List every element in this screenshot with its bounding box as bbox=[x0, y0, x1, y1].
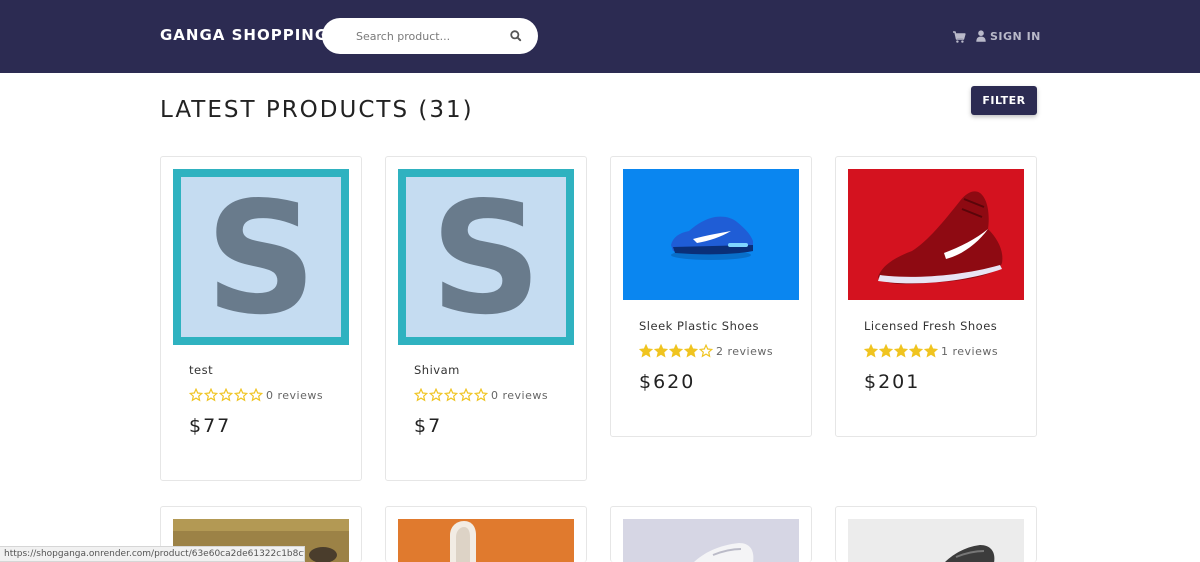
navbar: GANGA SHOPPING SIGN IN bbox=[0, 0, 1200, 73]
star-full-icon bbox=[879, 344, 893, 358]
product-rating: 0 reviews bbox=[189, 388, 323, 402]
search-input[interactable] bbox=[356, 27, 506, 45]
star-full-icon bbox=[669, 344, 683, 358]
page-title: LATEST PRODUCTS (31) bbox=[160, 97, 474, 123]
signin-label: SIGN IN bbox=[990, 29, 1041, 43]
review-count: 0 reviews bbox=[491, 388, 549, 402]
star-full-icon bbox=[639, 344, 653, 358]
product-rating: 2 reviews bbox=[639, 344, 773, 358]
search-bar bbox=[322, 18, 538, 54]
product-rating: 0 reviews bbox=[414, 388, 548, 402]
review-count: 1 reviews bbox=[941, 344, 999, 358]
star-empty-icon bbox=[429, 388, 443, 402]
search-button[interactable] bbox=[508, 28, 524, 44]
product-price: $201 bbox=[864, 371, 921, 393]
review-count: 0 reviews bbox=[266, 388, 324, 402]
search-icon bbox=[510, 30, 522, 42]
product-card[interactable] bbox=[610, 506, 812, 562]
star-full-icon bbox=[864, 344, 878, 358]
star-empty-icon bbox=[414, 388, 428, 402]
cart-link[interactable] bbox=[952, 29, 966, 43]
product-image[interactable]: S bbox=[398, 169, 574, 345]
star-full-icon bbox=[909, 344, 923, 358]
star-empty-icon bbox=[459, 388, 473, 402]
brand-logo[interactable]: GANGA SHOPPING bbox=[160, 26, 328, 44]
svg-text:S: S bbox=[430, 169, 542, 345]
product-image[interactable]: S bbox=[173, 169, 349, 345]
signin-link[interactable]: SIGN IN bbox=[976, 29, 1041, 43]
product-card[interactable]: S Shivam 0 reviews $7 bbox=[385, 156, 587, 481]
star-full-icon bbox=[654, 344, 668, 358]
product-name[interactable]: Shivam bbox=[414, 363, 460, 377]
product-image[interactable] bbox=[398, 519, 574, 562]
product-name[interactable]: test bbox=[189, 363, 213, 377]
product-name[interactable]: Licensed Fresh Shoes bbox=[864, 319, 997, 333]
product-price: $77 bbox=[189, 415, 232, 437]
product-image[interactable] bbox=[848, 169, 1024, 300]
product-card[interactable] bbox=[385, 506, 587, 562]
star-empty-icon bbox=[444, 388, 458, 402]
star-empty-icon bbox=[189, 388, 203, 402]
cart-icon bbox=[953, 31, 966, 43]
product-name[interactable]: Sleek Plastic Shoes bbox=[639, 319, 759, 333]
product-card[interactable]: Sleek Plastic Shoes 2 reviews $620 bbox=[610, 156, 812, 437]
product-price: $7 bbox=[414, 415, 443, 437]
product-image[interactable] bbox=[623, 519, 799, 562]
status-bar-url: https://shopganga.onrender.com/product/6… bbox=[0, 546, 305, 562]
product-rating: 1 reviews bbox=[864, 344, 998, 358]
star-empty-icon bbox=[204, 388, 218, 402]
star-full-icon bbox=[894, 344, 908, 358]
star-rating bbox=[864, 344, 938, 358]
star-empty-icon bbox=[219, 388, 233, 402]
review-count: 2 reviews bbox=[716, 344, 774, 358]
product-price: $620 bbox=[639, 371, 696, 393]
star-empty-icon bbox=[474, 388, 488, 402]
star-rating bbox=[639, 344, 713, 358]
svg-text:S: S bbox=[205, 169, 317, 345]
product-image[interactable] bbox=[848, 519, 1024, 562]
filter-button[interactable]: FILTER bbox=[971, 86, 1037, 115]
user-icon bbox=[976, 30, 986, 42]
star-empty-icon bbox=[234, 388, 248, 402]
star-rating bbox=[189, 388, 263, 402]
product-card[interactable]: S test 0 reviews $77 bbox=[160, 156, 362, 481]
star-empty-icon bbox=[249, 388, 263, 402]
star-rating bbox=[414, 388, 488, 402]
star-full-icon bbox=[684, 344, 698, 358]
star-empty-icon bbox=[699, 344, 713, 358]
product-card[interactable]: Licensed Fresh Shoes 1 reviews $201 bbox=[835, 156, 1037, 437]
product-image[interactable] bbox=[623, 169, 799, 300]
product-card[interactable] bbox=[835, 506, 1037, 562]
star-full-icon bbox=[924, 344, 938, 358]
